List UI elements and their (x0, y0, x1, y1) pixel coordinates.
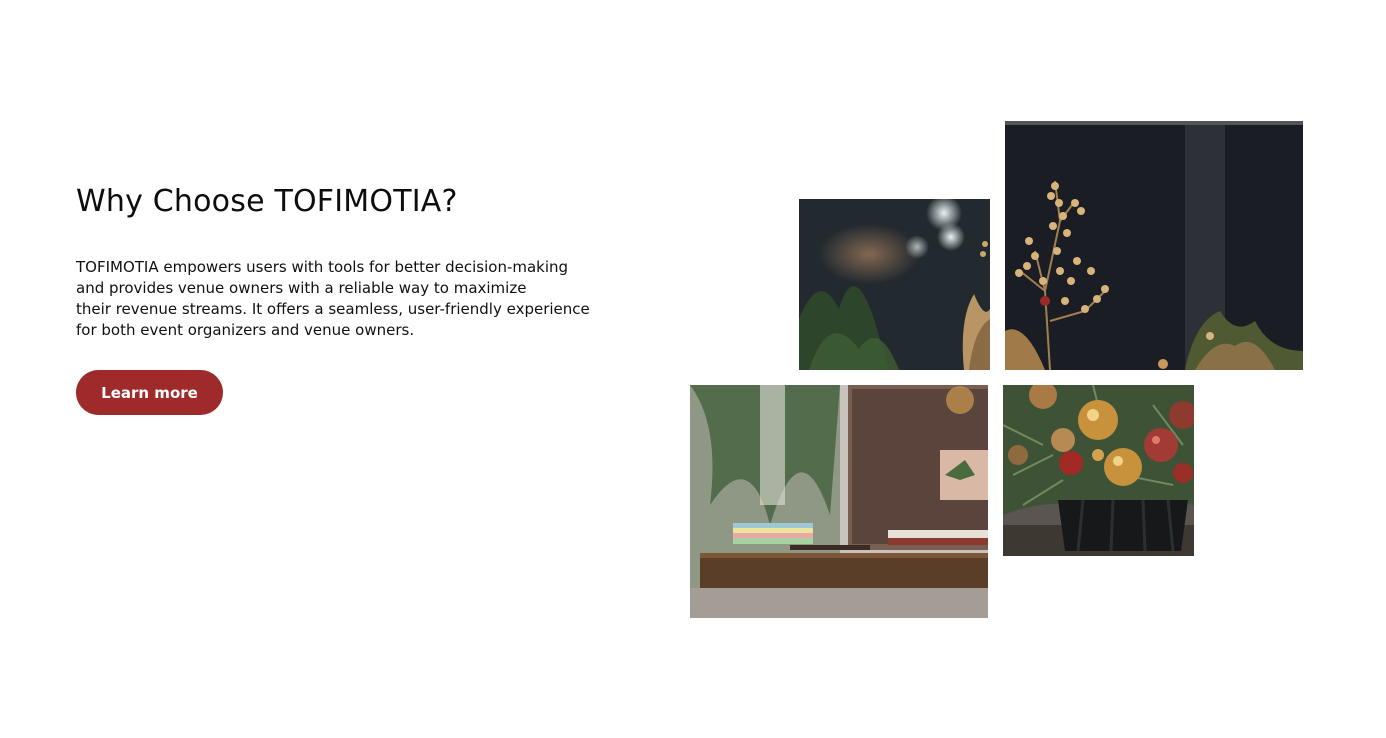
section-description: TOFIMOTIA empowers users with tools for … (76, 257, 596, 341)
description-line: and provides venue owners with a reliabl… (76, 279, 527, 297)
photo-desk-laptop (690, 385, 988, 618)
section-title: Why Choose TOFIMOTIA? (76, 184, 458, 219)
learn-more-button[interactable]: Learn more (76, 370, 223, 415)
description-line: TOFIMOTIA empowers users with tools for … (76, 258, 569, 276)
photo-ornament-arrangement (1003, 385, 1194, 556)
photo-bokeh-plant (799, 199, 990, 370)
why-choose-section: Why Choose TOFIMOTIA? TOFIMOTIA empowers… (0, 0, 1386, 738)
description-line: for both event organizers and venue owne… (76, 321, 415, 339)
description-line: their revenue streams. It offers a seaml… (76, 300, 590, 318)
photo-golden-berry-branch (1005, 121, 1303, 370)
